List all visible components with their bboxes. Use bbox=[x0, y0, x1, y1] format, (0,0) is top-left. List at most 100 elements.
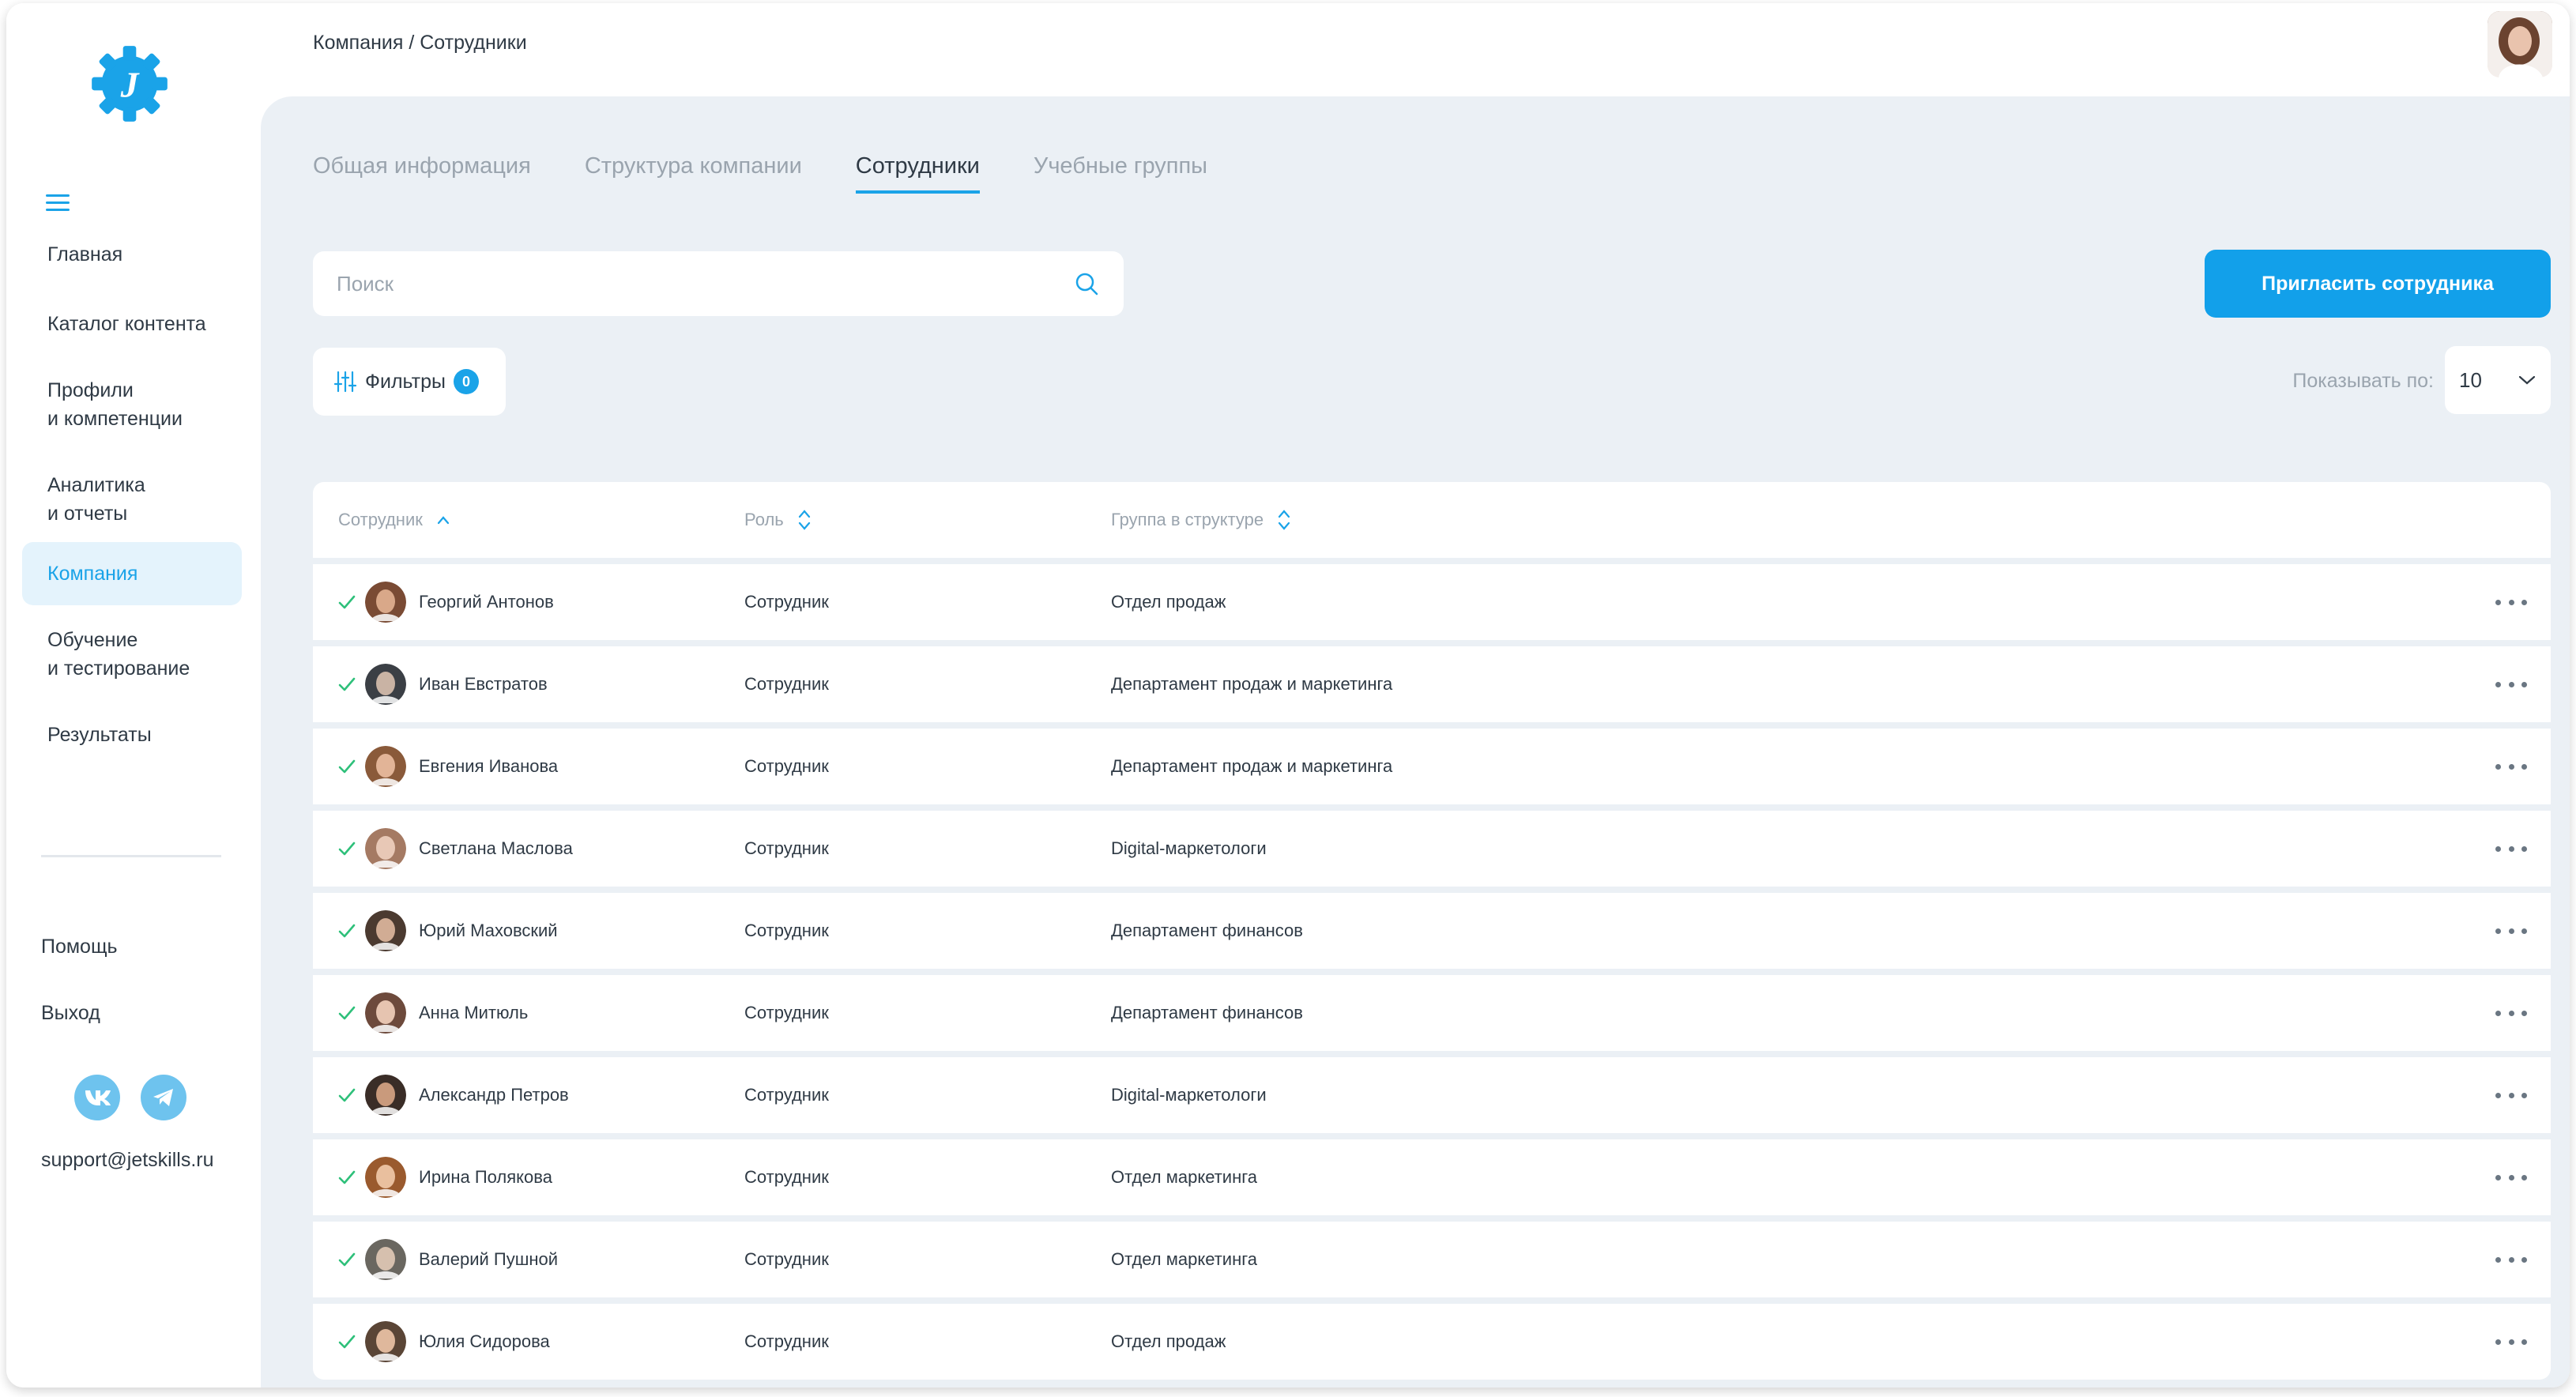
check-icon bbox=[338, 677, 356, 691]
table-row[interactable]: Ирина Полякова Сотрудник Отдел маркетинг… bbox=[313, 1139, 2551, 1215]
employee-cell: Валерий Пушной bbox=[337, 1239, 558, 1280]
sidebar-item-home[interactable]: Главная bbox=[22, 240, 242, 272]
page-size-value: 10 bbox=[2459, 367, 2482, 392]
row-actions-icon[interactable] bbox=[2495, 672, 2527, 696]
table-row[interactable]: Александр Петров Сотрудник Digital-марке… bbox=[313, 1057, 2551, 1133]
tab-company-structure[interactable]: Структура компании bbox=[585, 153, 802, 194]
table-row[interactable]: Светлана Маслова Сотрудник Digital-марке… bbox=[313, 811, 2551, 887]
help-link[interactable]: Помощь bbox=[41, 936, 118, 958]
avatar bbox=[365, 664, 406, 705]
table-row[interactable]: Юрий Маховский Сотрудник Департамент фин… bbox=[313, 893, 2551, 969]
table-row[interactable]: Анна Митюль Сотрудник Департамент финанс… bbox=[313, 975, 2551, 1051]
row-actions-icon[interactable] bbox=[2495, 1248, 2527, 1271]
sidebar-item-results[interactable]: Результаты bbox=[22, 721, 242, 749]
row-actions-icon[interactable] bbox=[2495, 837, 2527, 860]
sort-both-icon bbox=[798, 510, 810, 530]
role-cell: Сотрудник bbox=[744, 921, 829, 940]
main-content: Общая информация Структура компании Сотр… bbox=[261, 96, 2570, 1388]
group-cell: Отдел маркетинга bbox=[1111, 1167, 1258, 1187]
employees-table: Сотрудник Роль Группа в структуре Георги… bbox=[313, 482, 2551, 1380]
table-row[interactable]: Евгения Иванова Сотрудник Департамент пр… bbox=[313, 729, 2551, 804]
avatar bbox=[365, 582, 406, 623]
row-actions-icon[interactable] bbox=[2495, 755, 2527, 778]
column-header-label: Роль bbox=[744, 510, 784, 529]
employee-name[interactable]: Юлия Сидорова bbox=[419, 1331, 550, 1352]
chevron-down-icon bbox=[2518, 375, 2536, 385]
vk-icon[interactable] bbox=[74, 1075, 120, 1120]
role-cell: Сотрудник bbox=[744, 1085, 829, 1105]
avatar bbox=[365, 992, 406, 1034]
employee-cell: Георгий Антонов bbox=[337, 582, 554, 623]
sidebar-item-catalog[interactable]: Каталог контента bbox=[22, 310, 242, 338]
employee-name[interactable]: Иван Евстратов bbox=[419, 674, 548, 695]
employee-name[interactable]: Светлана Маслова bbox=[419, 838, 573, 859]
role-cell: Сотрудник bbox=[744, 1003, 829, 1022]
filters-button[interactable]: Фильтры 0 bbox=[313, 348, 506, 416]
employee-name[interactable]: Ирина Полякова bbox=[419, 1167, 552, 1188]
column-header-label: Группа в структуре bbox=[1111, 510, 1264, 529]
tabs: Общая информация Структура компании Сотр… bbox=[313, 153, 1207, 194]
check-icon bbox=[338, 842, 356, 856]
employee-name[interactable]: Александр Петров bbox=[419, 1085, 569, 1105]
table-row[interactable]: Валерий Пушной Сотрудник Отдел маркетинг… bbox=[313, 1222, 2551, 1297]
employee-name[interactable]: Евгения Иванова bbox=[419, 756, 558, 777]
employee-name[interactable]: Анна Митюль bbox=[419, 1003, 528, 1023]
sidebar-nav: Главная Каталог контента Профили и компет… bbox=[6, 240, 261, 749]
sidebar-item-label-line2: и отчеты bbox=[47, 503, 128, 525]
user-avatar[interactable] bbox=[2487, 11, 2552, 77]
employee-cell: Александр Петров bbox=[337, 1075, 569, 1116]
check-icon bbox=[338, 1252, 356, 1267]
breadcrumb: Компания / Сотрудники bbox=[313, 32, 527, 54]
employee-name[interactable]: Юрий Маховский bbox=[419, 921, 558, 941]
avatar bbox=[365, 746, 406, 787]
group-cell: Департамент финансов bbox=[1111, 1003, 1303, 1022]
role-cell: Сотрудник bbox=[744, 838, 829, 858]
employee-name[interactable]: Валерий Пушной bbox=[419, 1249, 558, 1270]
avatar bbox=[365, 828, 406, 869]
logo-letter: J bbox=[120, 65, 141, 105]
sidebar-item-learning[interactable]: Обучение и тестирование bbox=[22, 626, 242, 683]
employee-name[interactable]: Георгий Антонов bbox=[419, 592, 554, 612]
role-cell: Сотрудник bbox=[744, 756, 829, 776]
tab-employees[interactable]: Сотрудники bbox=[855, 153, 980, 194]
column-employee-sort[interactable]: Сотрудник bbox=[338, 510, 451, 530]
logo-gear-icon[interactable]: J bbox=[89, 43, 171, 125]
table-row[interactable]: Иван Евстратов Сотрудник Департамент про… bbox=[313, 646, 2551, 722]
tab-general-info[interactable]: Общая информация bbox=[313, 153, 531, 194]
row-actions-icon[interactable] bbox=[2495, 1330, 2527, 1354]
sidebar-item-label: Обучение bbox=[47, 629, 138, 651]
row-actions-icon[interactable] bbox=[2495, 1083, 2527, 1107]
role-cell: Сотрудник bbox=[744, 1331, 829, 1351]
table-row[interactable]: Юлия Сидорова Сотрудник Отдел продаж bbox=[313, 1304, 2551, 1380]
avatar bbox=[365, 1239, 406, 1280]
row-actions-icon[interactable] bbox=[2495, 919, 2527, 943]
telegram-icon[interactable] bbox=[141, 1075, 186, 1120]
row-actions-icon[interactable] bbox=[2495, 1001, 2527, 1025]
column-group-sort[interactable]: Группа в структуре bbox=[1111, 508, 1292, 532]
search-icon[interactable] bbox=[1073, 270, 1100, 297]
page-size-select[interactable]: 10 bbox=[2445, 346, 2551, 414]
filters-label: Фильтры bbox=[365, 370, 446, 393]
invite-employee-button[interactable]: Пригласить сотрудника bbox=[2205, 250, 2551, 318]
sidebar-item-analytics[interactable]: Аналитика и отчеты bbox=[22, 471, 242, 528]
sidebar-item-label-line2: и тестирование bbox=[47, 657, 190, 680]
sidebar-item-company[interactable]: Компания bbox=[22, 542, 242, 605]
avatar bbox=[365, 910, 406, 951]
employee-cell: Анна Митюль bbox=[337, 992, 528, 1034]
sidebar-item-label: Каталог контента bbox=[47, 313, 206, 335]
logout-link[interactable]: Выход bbox=[41, 1002, 100, 1025]
row-actions-icon[interactable] bbox=[2495, 1165, 2527, 1189]
sidebar-item-profiles[interactable]: Профили и компетенции bbox=[22, 376, 242, 433]
support-email[interactable]: support@jetskills.ru bbox=[41, 1149, 214, 1172]
role-cell: Сотрудник bbox=[744, 1167, 829, 1187]
row-actions-icon[interactable] bbox=[2495, 590, 2527, 614]
app-window: J Главная Каталог контента Профили и комп… bbox=[6, 3, 2570, 1388]
menu-burger-icon[interactable] bbox=[46, 194, 70, 215]
employee-cell: Иван Евстратов bbox=[337, 664, 548, 705]
table-row[interactable]: Георгий Антонов Сотрудник Отдел продаж bbox=[313, 564, 2551, 640]
tab-study-groups[interactable]: Учебные группы bbox=[1034, 153, 1207, 194]
search-input[interactable] bbox=[337, 271, 1073, 296]
sidebar-item-label: Главная bbox=[47, 243, 123, 265]
column-role-sort[interactable]: Роль bbox=[744, 508, 812, 532]
sidebar-divider bbox=[41, 855, 221, 857]
